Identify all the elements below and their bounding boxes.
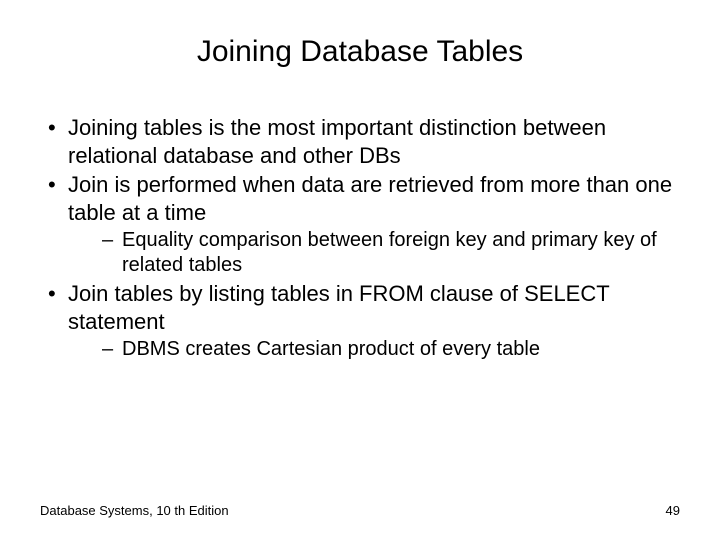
footer-left: Database Systems, 10 th Edition [40,503,229,518]
bullet-text: Join tables by listing tables in FROM cl… [68,281,609,334]
bullet-list: Joining tables is the most important dis… [40,114,680,362]
sub-item: Equality comparison between foreign key … [68,228,680,278]
sub-list: DBMS creates Cartesian product of every … [68,337,680,362]
bullet-item: Join is performed when data are retrieve… [40,171,680,278]
bullet-text: Join is performed when data are retrieve… [68,172,672,225]
slide-title: Joining Database Tables [40,35,680,69]
sub-text: DBMS creates Cartesian product of every … [122,338,540,360]
bullet-item: Join tables by listing tables in FROM cl… [40,280,680,362]
sub-list: Equality comparison between foreign key … [68,228,680,278]
footer-page-number: 49 [666,503,680,518]
bullet-text: Joining tables is the most important dis… [68,115,606,168]
slide-content: Joining tables is the most important dis… [40,114,680,362]
sub-text: Equality comparison between foreign key … [122,229,657,276]
bullet-item: Joining tables is the most important dis… [40,114,680,169]
slide-footer: Database Systems, 10 th Edition 49 [40,503,680,518]
sub-item: DBMS creates Cartesian product of every … [68,337,680,362]
